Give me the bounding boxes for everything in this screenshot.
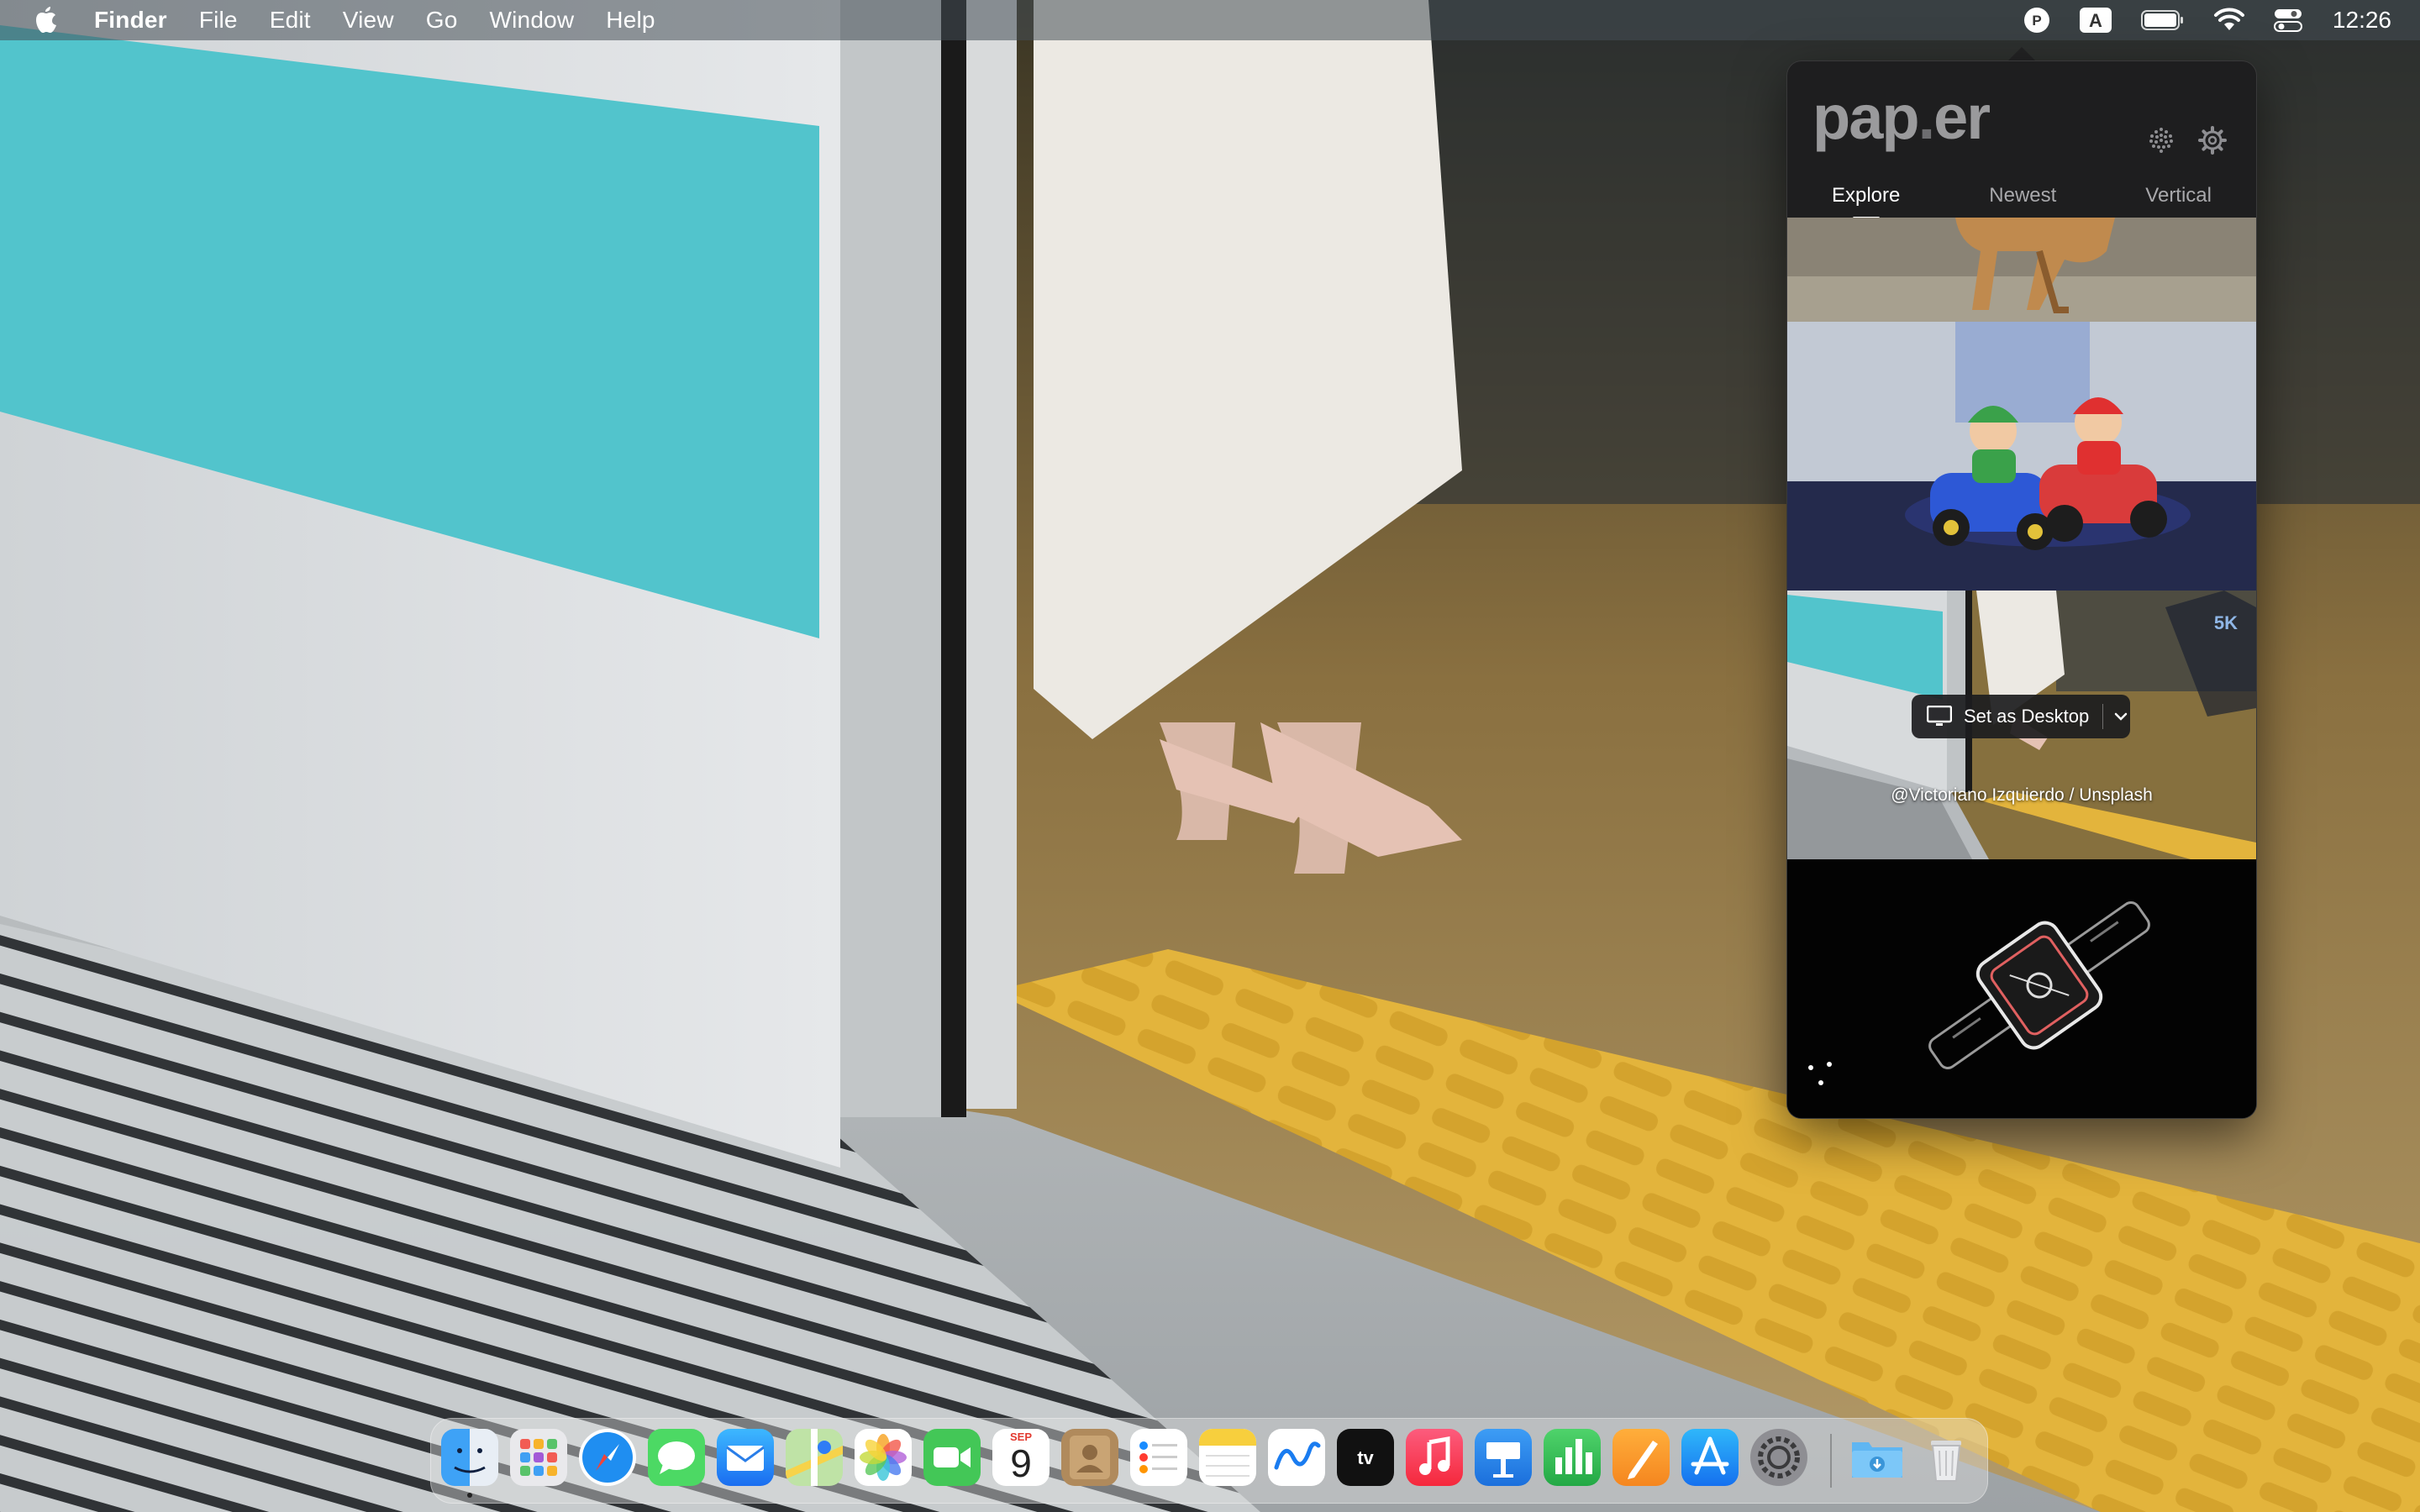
safari-icon[interactable] bbox=[579, 1429, 636, 1486]
resolution-badge: 5K bbox=[2213, 612, 2238, 633]
menu-bar-clock[interactable]: 12:26 bbox=[2333, 7, 2391, 34]
system-settings-icon[interactable] bbox=[1750, 1429, 1807, 1486]
finder-running-indicator bbox=[467, 1493, 472, 1498]
downloads-folder-icon[interactable] bbox=[1849, 1429, 1906, 1486]
paper-app-icon[interactable]: P bbox=[2023, 7, 2050, 34]
chevron-down-icon[interactable] bbox=[2113, 711, 2128, 722]
wallpaper-thumbnail-mario-karts[interactable] bbox=[1787, 322, 2256, 591]
wallpaper-gallery[interactable]: 5K Set as Desktop @Victoriano Izquierdo … bbox=[1787, 218, 2256, 1118]
keynote-icon[interactable] bbox=[1475, 1429, 1532, 1486]
finder-icon[interactable] bbox=[441, 1429, 498, 1486]
launchpad-icon[interactable] bbox=[510, 1429, 567, 1486]
wallpaper-thumbnail-train-door[interactable]: 5K Set as Desktop @Victoriano Izquierdo … bbox=[1787, 591, 2256, 859]
app-store-icon[interactable] bbox=[1681, 1429, 1739, 1486]
paper-logo: pap.er bbox=[1812, 82, 1991, 152]
gear-icon[interactable] bbox=[2197, 125, 2228, 160]
calendar-day: 9 bbox=[1010, 1441, 1032, 1485]
calendar-icon[interactable]: SEP 9 bbox=[992, 1429, 1050, 1486]
numbers-icon[interactable] bbox=[1544, 1429, 1601, 1486]
reminders-icon[interactable] bbox=[1130, 1429, 1187, 1486]
button-divider bbox=[2102, 704, 2104, 729]
menu-go[interactable]: Go bbox=[426, 7, 458, 34]
tab-vertical[interactable]: Vertical bbox=[2137, 179, 2220, 213]
wallpaper-thumbnail-watch[interactable] bbox=[1787, 859, 2256, 1118]
tab-explore[interactable]: Explore bbox=[1823, 179, 1908, 219]
contacts-icon[interactable] bbox=[1061, 1429, 1118, 1486]
svg-text:tv: tv bbox=[1357, 1447, 1374, 1468]
menu-bar: Finder File Edit View Go Window Help P A… bbox=[0, 0, 2420, 40]
menu-window[interactable]: Window bbox=[490, 7, 575, 34]
shuffle-icon[interactable] bbox=[2147, 125, 2175, 158]
wifi-icon[interactable] bbox=[2213, 8, 2245, 33]
menu-app-name[interactable]: Finder bbox=[94, 7, 167, 34]
apple-menu-icon[interactable] bbox=[32, 3, 60, 37]
facetime-icon[interactable] bbox=[923, 1429, 981, 1486]
svg-text:A: A bbox=[2089, 10, 2102, 31]
control-center-icon[interactable] bbox=[2273, 8, 2302, 33]
wallpaper-thumbnail-chair[interactable] bbox=[1787, 218, 2256, 322]
menu-help[interactable]: Help bbox=[606, 7, 655, 34]
input-source-icon[interactable]: A bbox=[2079, 7, 2112, 34]
messages-icon[interactable] bbox=[648, 1429, 705, 1486]
maps-icon[interactable] bbox=[786, 1429, 843, 1486]
photos-icon[interactable] bbox=[855, 1429, 912, 1486]
set-as-desktop-button[interactable]: Set as Desktop bbox=[1912, 695, 2130, 738]
freeform-icon[interactable] bbox=[1268, 1429, 1325, 1486]
apple-tv-icon[interactable]: tv bbox=[1337, 1429, 1394, 1486]
notes-icon[interactable] bbox=[1199, 1429, 1256, 1486]
paper-popover: pap.er Explore Newest Vertical 5K Set as… bbox=[1786, 60, 2257, 1119]
dock-divider bbox=[1830, 1434, 1832, 1488]
set-as-desktop-label: Set as Desktop bbox=[1964, 706, 2090, 727]
battery-icon[interactable] bbox=[2140, 9, 2185, 31]
photo-credit[interactable]: @Victoriano Izquierdo / Unsplash bbox=[1787, 785, 2256, 806]
menu-edit[interactable]: Edit bbox=[270, 7, 311, 34]
trash-icon[interactable] bbox=[1918, 1429, 1975, 1486]
display-icon bbox=[1927, 706, 1952, 727]
menu-file[interactable]: File bbox=[199, 7, 238, 34]
dock: SEP 9 tv bbox=[430, 1418, 1988, 1504]
svg-text:P: P bbox=[2032, 13, 2041, 29]
pages-icon[interactable] bbox=[1612, 1429, 1670, 1486]
popover-tabs: Explore Newest Vertical bbox=[1787, 179, 2256, 219]
music-icon[interactable] bbox=[1406, 1429, 1463, 1486]
menu-view[interactable]: View bbox=[343, 7, 394, 34]
tab-newest[interactable]: Newest bbox=[1981, 179, 2065, 213]
mail-icon[interactable] bbox=[717, 1429, 774, 1486]
